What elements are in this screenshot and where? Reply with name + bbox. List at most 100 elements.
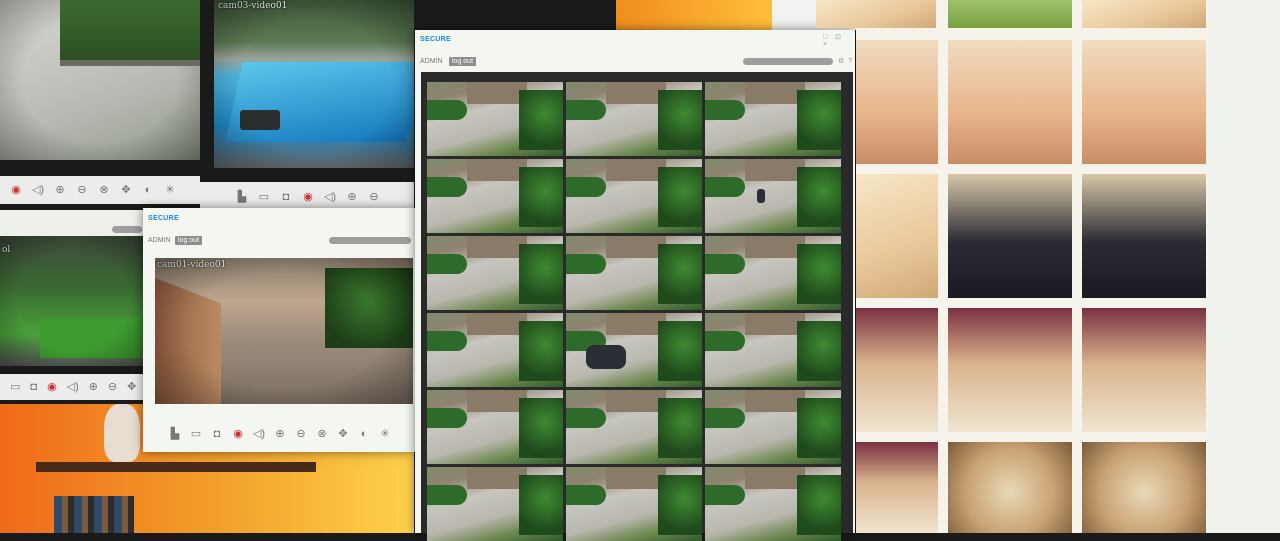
logout-button[interactable]: log out xyxy=(449,57,477,66)
house-facade xyxy=(467,159,527,181)
grid-cell[interactable] xyxy=(705,159,841,233)
volume-icon[interactable]: ◁) xyxy=(32,184,44,196)
volume-icon[interactable]: ◁) xyxy=(253,428,265,440)
hedge xyxy=(427,254,467,274)
record-icon[interactable]: ◉ xyxy=(232,428,244,440)
hedge xyxy=(566,100,606,120)
house-facade xyxy=(606,159,666,181)
move-icon[interactable]: ✥ xyxy=(337,428,349,440)
hedge xyxy=(427,177,467,197)
volume-icon[interactable]: ◁) xyxy=(67,381,79,393)
zoom-out-icon[interactable]: ⊖ xyxy=(368,191,380,203)
grid-cell[interactable] xyxy=(427,236,563,310)
zoom-in-icon[interactable]: ⊕ xyxy=(274,428,286,440)
camera-feed-pool[interactable]: cam03-video01 xyxy=(214,0,414,168)
record-icon[interactable]: ◉ xyxy=(47,381,57,393)
zoom-out-icon[interactable]: ⊖ xyxy=(76,184,88,196)
illustration-panel xyxy=(948,442,1072,533)
settings-help-icons[interactable]: ⚙ ? xyxy=(838,57,853,65)
house-facade xyxy=(467,236,527,258)
bush xyxy=(797,244,841,304)
house-facade xyxy=(745,159,805,181)
zoom-in-icon[interactable]: ⊕ xyxy=(346,191,358,203)
bush xyxy=(797,398,841,458)
bush xyxy=(658,475,702,535)
contrast-icon[interactable]: ◐ xyxy=(358,428,370,440)
move-icon[interactable]: ✥ xyxy=(127,381,136,393)
film-icon[interactable]: ▭ xyxy=(190,428,202,440)
lounge-chair xyxy=(240,110,280,130)
move-icon[interactable]: ✥ xyxy=(120,184,132,196)
arch-wall xyxy=(155,278,221,404)
save-icon[interactable]: ▙ xyxy=(169,428,181,440)
zoom-in-icon[interactable]: ⊕ xyxy=(54,184,66,196)
grid-cell[interactable] xyxy=(427,313,563,387)
illustration-panel xyxy=(948,40,1072,164)
bush xyxy=(658,398,702,458)
bush xyxy=(797,167,841,227)
logout-button[interactable]: log out xyxy=(175,236,203,245)
search-input[interactable] xyxy=(329,237,411,244)
house-facade xyxy=(745,390,805,412)
bush xyxy=(519,321,563,381)
grid-cell[interactable] xyxy=(566,82,702,156)
window-controls[interactable]: □ ⊡ × xyxy=(823,33,855,48)
grid-cell[interactable] xyxy=(566,467,702,541)
background-orange-strip xyxy=(616,0,772,30)
house-facade xyxy=(606,313,666,335)
grid-cell[interactable] xyxy=(427,467,563,541)
bush xyxy=(797,321,841,381)
film-icon[interactable]: ▭ xyxy=(258,191,270,203)
save-icon[interactable]: ▙ xyxy=(236,191,248,203)
grid-cell[interactable] xyxy=(427,390,563,464)
illustration-panel xyxy=(856,308,938,432)
search-input[interactable] xyxy=(743,58,833,65)
bush xyxy=(519,167,563,227)
grid-cell[interactable] xyxy=(705,82,841,156)
contrast-icon[interactable]: ◐ xyxy=(142,184,154,196)
camera-feed-patio[interactable]: cam01-video01 xyxy=(155,258,413,404)
grid-cell[interactable] xyxy=(427,82,563,156)
zoom-fit-icon[interactable]: ⊗ xyxy=(98,184,110,196)
hedge xyxy=(705,177,745,197)
grid-cell[interactable] xyxy=(705,390,841,464)
zoom-out-icon[interactable]: ⊖ xyxy=(295,428,307,440)
grid-cell[interactable] xyxy=(566,236,702,310)
hedge xyxy=(566,408,606,428)
illustration-panel xyxy=(948,174,1072,298)
grid-cell[interactable] xyxy=(566,390,702,464)
record-icon[interactable]: ◉ xyxy=(302,191,314,203)
camera-icon[interactable]: ◘ xyxy=(211,428,223,440)
illustration-panel xyxy=(948,0,1072,28)
grid-cell[interactable] xyxy=(566,159,702,233)
camera-icon[interactable]: ◘ xyxy=(30,381,37,393)
camera-feed-garden[interactable]: ol xyxy=(0,236,146,366)
illustration-panel xyxy=(1082,0,1206,28)
grid-cell[interactable] xyxy=(705,313,841,387)
zoom-out-icon[interactable]: ⊖ xyxy=(108,381,117,393)
secure-window-small: SECURE ADMIN log out cam01-video01 ▙ ▭ ◘… xyxy=(143,208,415,452)
house-facade xyxy=(606,82,666,104)
grid-cell[interactable] xyxy=(705,236,841,310)
grid-cell[interactable] xyxy=(427,159,563,233)
brightness-icon[interactable]: ✳ xyxy=(379,428,391,440)
grid-cell[interactable] xyxy=(566,313,702,387)
hedge xyxy=(427,331,467,351)
house-facade xyxy=(745,313,805,335)
illustration-panel xyxy=(1082,442,1206,533)
illustration-panel xyxy=(816,0,936,28)
house-facade xyxy=(606,236,666,258)
brightness-icon[interactable]: ✳ xyxy=(164,184,176,196)
parked-car xyxy=(586,345,626,369)
camera-grid xyxy=(427,82,841,541)
grid-cell[interactable] xyxy=(705,467,841,541)
film-icon[interactable]: ▭ xyxy=(10,381,20,393)
zoom-fit-icon[interactable]: ⊗ xyxy=(316,428,328,440)
volume-icon[interactable]: ◁) xyxy=(324,191,336,203)
camera-icon[interactable]: ◘ xyxy=(280,191,292,203)
zoom-in-icon[interactable]: ⊕ xyxy=(89,381,98,393)
shelf xyxy=(36,462,316,472)
camera-feed-top-left[interactable] xyxy=(0,0,200,160)
hedge xyxy=(566,177,606,197)
record-icon[interactable]: ◉ xyxy=(10,184,22,196)
